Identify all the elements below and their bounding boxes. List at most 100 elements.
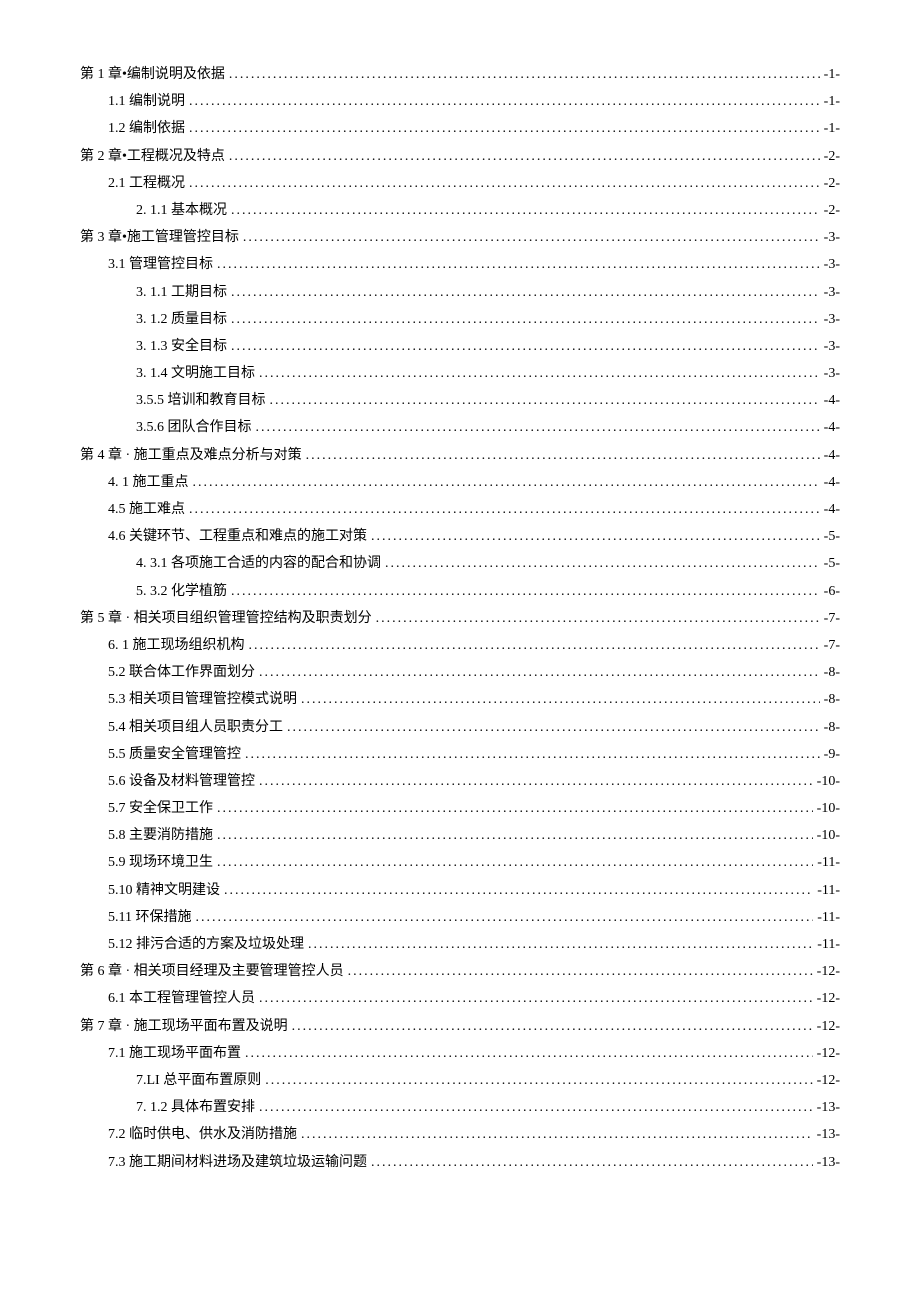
toc-entry-page: -13- bbox=[817, 1095, 840, 1120]
toc-entry: 7.3 施工期间材料进场及建筑垃圾运输问题-13- bbox=[80, 1150, 840, 1175]
toc-leader-dots bbox=[306, 443, 820, 468]
toc-entry: 5.8 主要消防措施 -10- bbox=[80, 823, 840, 848]
toc-entry-title: 5.4 相关项目组人员职责分工 bbox=[108, 715, 283, 740]
toc-entry-title: 7. 1.2 具体布置安排 bbox=[136, 1095, 255, 1120]
toc-entry-page: -9- bbox=[824, 742, 840, 767]
toc-entry-page: -3- bbox=[824, 225, 840, 250]
toc-entry: 第 3 章•施工管理管控目标-3- bbox=[80, 225, 840, 250]
toc-entry-page: -4- bbox=[824, 497, 840, 522]
toc-entry: 5.12 排污合适的方案及垃圾处理 -11- bbox=[80, 932, 840, 957]
toc-entry: 第 1 章•编制说明及依据-1- bbox=[80, 62, 840, 87]
toc-entry-page: -12- bbox=[817, 1014, 840, 1039]
toc-entry-page: -10- bbox=[817, 796, 840, 821]
toc-entry: 3. 1.4 文明施工目标 -3- bbox=[80, 361, 840, 386]
toc-entry-page: -1- bbox=[824, 116, 840, 141]
toc-entry: 6.1 本工程管理管控人员-12- bbox=[80, 986, 840, 1011]
toc-leader-dots bbox=[371, 1150, 813, 1175]
toc-entry-page: -3- bbox=[824, 361, 840, 386]
toc-leader-dots bbox=[245, 742, 820, 767]
toc-entry-page: -3- bbox=[824, 307, 840, 332]
toc-leader-dots bbox=[308, 932, 813, 957]
toc-entry-title: 第 4 章 · 施工重点及难点分析与对策 bbox=[80, 443, 302, 468]
toc-leader-dots bbox=[189, 116, 820, 141]
toc-entry-page: -8- bbox=[824, 715, 840, 740]
toc-entry-page: -2- bbox=[824, 144, 840, 169]
toc-entry: 5.3 相关项目管理管控模式说明-8- bbox=[80, 687, 840, 712]
toc-leader-dots bbox=[217, 823, 813, 848]
toc-leader-dots bbox=[217, 796, 813, 821]
toc-entry-title: 6.1 本工程管理管控人员 bbox=[108, 986, 255, 1011]
toc-entry: 5. 3.2 化学植筋-6- bbox=[80, 579, 840, 604]
toc-entry-page: -1- bbox=[824, 89, 840, 114]
toc-entry: 6. 1 施工现场组织机构-7- bbox=[80, 633, 840, 658]
toc-entry: 7.1 施工现场平面布置-12- bbox=[80, 1041, 840, 1066]
toc-leader-dots bbox=[385, 551, 820, 576]
toc-entry-page: -7- bbox=[824, 633, 840, 658]
toc-leader-dots bbox=[265, 1068, 812, 1093]
toc-entry-title: 5.7 安全保卫工作 bbox=[108, 796, 213, 821]
toc-leader-dots bbox=[229, 144, 820, 169]
toc-entry-title: 5.2 联合体工作界面划分 bbox=[108, 660, 255, 685]
toc-entry: 5.10 精神文明建设-11- bbox=[80, 878, 840, 903]
toc-entry-title: 4. 3.1 各项施工合适的内容的配合和协调 bbox=[136, 551, 381, 576]
toc-entry-page: -10- bbox=[817, 823, 840, 848]
toc-entry-title: 5.9 现场环境卫生 bbox=[108, 850, 213, 875]
toc-entry-title: 4. 1 施工重点 bbox=[108, 470, 189, 495]
toc-entry: 3.5.5 培训和教育目标 -4- bbox=[80, 388, 840, 413]
toc-entry-title: 5.8 主要消防措施 bbox=[108, 823, 213, 848]
toc-entry-title: 1.1 编制说明 bbox=[108, 89, 185, 114]
toc-entry-page: -4- bbox=[824, 470, 840, 495]
toc-entry-title: 第 6 章 · 相关项目经理及主要管理管控人员 bbox=[80, 959, 344, 984]
toc-leader-dots bbox=[193, 470, 820, 495]
toc-entry-title: 3. 1.4 文明施工目标 bbox=[136, 361, 255, 386]
toc-entry: 5.5 质量安全管理管控-9- bbox=[80, 742, 840, 767]
toc-leader-dots bbox=[301, 687, 820, 712]
toc-entry-title: 7.1 施工现场平面布置 bbox=[108, 1041, 241, 1066]
toc-leader-dots bbox=[224, 878, 813, 903]
toc-leader-dots bbox=[231, 579, 820, 604]
toc-leader-dots bbox=[189, 497, 820, 522]
toc-leader-dots bbox=[259, 986, 813, 1011]
toc-entry: 5.11 环保措施-11- bbox=[80, 905, 840, 930]
toc-entry: 2. 1.1 基本概况-2- bbox=[80, 198, 840, 223]
toc-entry: 3.5.6 团队合作目标-4- bbox=[80, 415, 840, 440]
toc-entry-page: -6- bbox=[824, 579, 840, 604]
toc-entry: 3.1 管理管控目标-3- bbox=[80, 252, 840, 277]
toc-entry: 5.7 安全保卫工作 -10- bbox=[80, 796, 840, 821]
toc-entry: 5.6 设备及材料管理管控 -10- bbox=[80, 769, 840, 794]
toc-leader-dots bbox=[292, 1014, 813, 1039]
toc-entry-title: 7.2 临时供电、供水及消防措施 bbox=[108, 1122, 297, 1147]
toc-entry: 3. 1.1 工期目标-3- bbox=[80, 280, 840, 305]
toc-entry-title: 5.12 排污合适的方案及垃圾处理 bbox=[108, 932, 304, 957]
toc-entry-page: -11- bbox=[817, 932, 840, 957]
toc-entry: 2.1 工程概况-2- bbox=[80, 171, 840, 196]
toc-entry-page: -3- bbox=[824, 334, 840, 359]
toc-entry-title: 5.10 精神文明建设 bbox=[108, 878, 220, 903]
toc-entry: 第 6 章 · 相关项目经理及主要管理管控人员 -12- bbox=[80, 959, 840, 984]
toc-leader-dots bbox=[259, 660, 820, 685]
toc-entry-title: 4.5 施工难点 bbox=[108, 497, 185, 522]
toc-leader-dots bbox=[231, 334, 820, 359]
toc-entry-title: 3. 1.2 质量目标 bbox=[136, 307, 227, 332]
toc-entry: 4.6 关键环节、工程重点和难点的施工对策-5- bbox=[80, 524, 840, 549]
toc-entry-page: -10- bbox=[817, 769, 840, 794]
toc-entry-page: -11- bbox=[817, 905, 840, 930]
toc-leader-dots bbox=[249, 633, 820, 658]
toc-entry-title: 3.5.5 培训和教育目标 bbox=[136, 388, 266, 413]
toc-entry-page: -4- bbox=[824, 388, 840, 413]
toc-leader-dots bbox=[371, 524, 820, 549]
toc-entry-page: -4- bbox=[824, 443, 840, 468]
toc-entry-title: 3.5.6 团队合作目标 bbox=[136, 415, 252, 440]
toc-leader-dots bbox=[217, 850, 813, 875]
toc-entry-title: 7.LI 总平面布置原则 bbox=[136, 1068, 261, 1093]
toc-entry-title: 5.6 设备及材料管理管控 bbox=[108, 769, 255, 794]
toc-leader-dots bbox=[231, 198, 820, 223]
toc-entry-page: -8- bbox=[824, 660, 840, 685]
toc-entry-page: -8- bbox=[824, 687, 840, 712]
toc-leader-dots bbox=[189, 89, 820, 114]
toc-entry: 第 4 章 · 施工重点及难点分析与对策 -4- bbox=[80, 443, 840, 468]
toc-entry-page: -12- bbox=[817, 959, 840, 984]
toc-leader-dots bbox=[259, 1095, 813, 1120]
toc-entry-title: 1.2 编制依据 bbox=[108, 116, 185, 141]
toc-entry: 1.2 编制依据 -1- bbox=[80, 116, 840, 141]
